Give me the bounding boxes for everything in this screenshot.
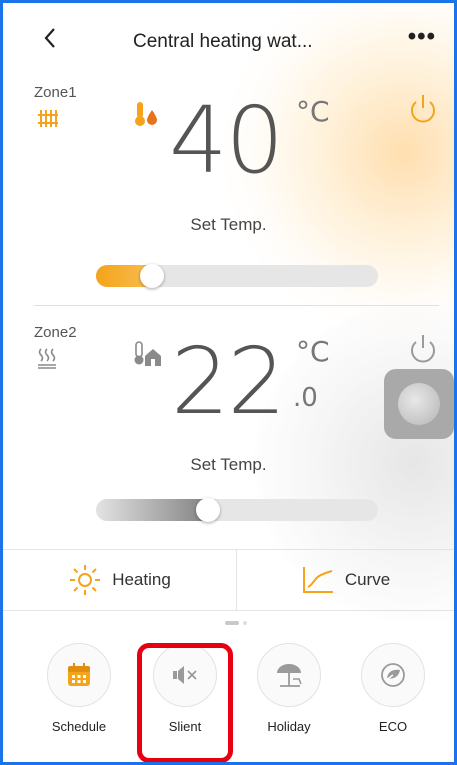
floating-button-inner	[398, 383, 440, 425]
eco-circle	[361, 643, 425, 707]
zone2-set-temp-label: Set Temp.	[190, 455, 267, 474]
beach-umbrella-icon	[277, 664, 302, 687]
curve-button[interactable]: Curve	[237, 550, 454, 610]
thermometer-house-icon	[133, 340, 161, 373]
zone2-temperature-decimal: .0	[293, 383, 318, 413]
power-icon	[411, 335, 435, 363]
zone2-temp-slider[interactable]	[96, 498, 378, 522]
schedule-circle	[47, 643, 111, 707]
sun-icon	[70, 565, 101, 595]
eco-label: ECO	[378, 719, 408, 734]
heating-mode-button[interactable]: Heating	[3, 550, 236, 610]
zone2-slider-knob[interactable]	[196, 498, 220, 522]
floor-heating-icon	[37, 347, 57, 374]
page-indicator	[3, 618, 454, 628]
curve-chart-icon	[302, 567, 333, 593]
schedule-label: Schedule	[51, 719, 107, 734]
holiday-label: Holiday	[267, 719, 311, 734]
zone2-unit: °C	[296, 335, 330, 368]
eco-button[interactable]: ECO	[348, 643, 438, 734]
holiday-circle	[257, 643, 321, 707]
eco-leaf-icon	[381, 663, 405, 687]
zone2-label: Zone2	[34, 324, 77, 341]
app-screen: Central heating wat... ••• Zone1 40 °C S…	[0, 0, 457, 765]
zone2-temperature: 22	[171, 328, 286, 435]
zone2-panel: Zone2 22 °C .0 Set Temp.	[3, 3, 454, 543]
page-dot	[243, 621, 247, 625]
zone2-power-button[interactable]	[408, 333, 438, 372]
floating-assist-button[interactable]	[384, 369, 454, 439]
schedule-button[interactable]: Schedule	[34, 643, 124, 734]
highlight-box	[137, 643, 233, 762]
mode-row: Heating Curve	[3, 549, 454, 611]
holiday-button[interactable]: Holiday	[244, 643, 334, 734]
curve-label: Curve	[344, 570, 391, 589]
page-dot-active	[225, 621, 239, 625]
calendar-icon	[68, 663, 90, 686]
heating-label: Heating	[112, 570, 171, 589]
